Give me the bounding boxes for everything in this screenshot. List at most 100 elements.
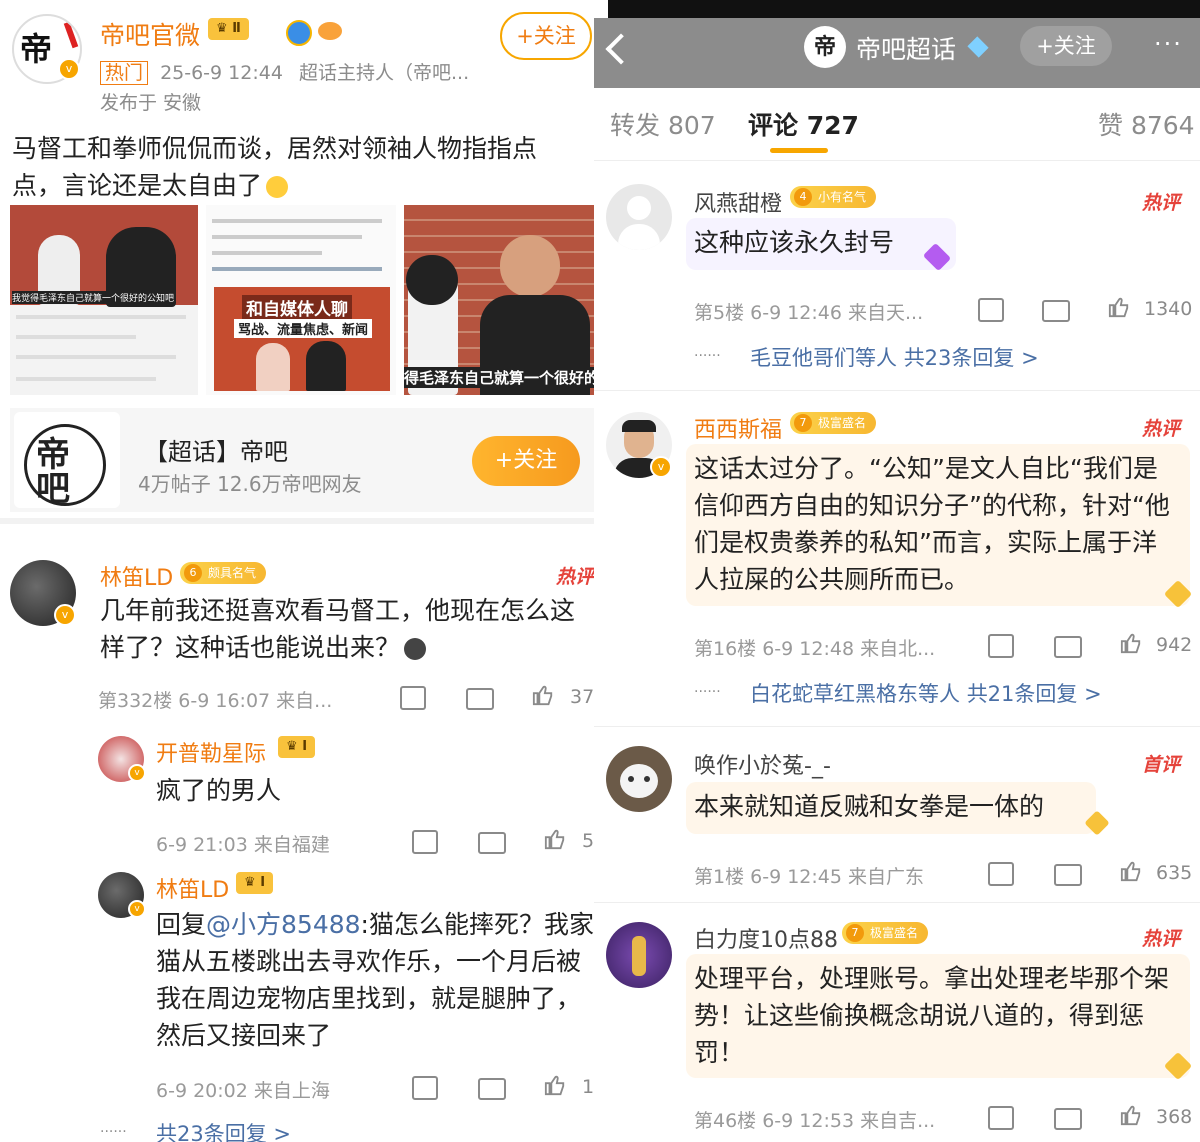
replier-name[interactable]: 林笛LD [156, 872, 229, 904]
replier-name[interactable]: 开普勒星际 [156, 736, 266, 768]
share-icon[interactable] [988, 862, 1014, 886]
commenter-name[interactable]: 风燕甜橙 [694, 186, 782, 218]
logo-icon: 帝 [20, 30, 53, 68]
tab-comments[interactable]: 评论 727 [748, 106, 859, 142]
reply-meta: 6-9 20:02 来自上海 [156, 1080, 330, 1102]
comment-meta: 第5楼 6-9 12:46 来自天... [694, 302, 924, 324]
commenter-avatar[interactable] [606, 922, 672, 988]
share-icon[interactable] [988, 1106, 1014, 1130]
reply-meta: 6-9 21:03 来自福建 [156, 834, 330, 856]
commenter-name[interactable]: 林笛LD [100, 560, 173, 592]
more-replies-link[interactable]: 共23条回复 > [156, 1118, 291, 1142]
post-image-3[interactable]: 得毛泽东自己就算一个很好的 [404, 205, 594, 395]
reply-summary-link[interactable]: 白花蛇草红黑格东等人 共21条回复 > [750, 678, 1102, 708]
tab-reposts[interactable]: 转发 807 [610, 106, 716, 142]
emoji-icon [404, 638, 427, 660]
comment-text: 处理平台，处理账号。拿出处理老毕那个架势！让这些偷换概念胡说八道的，得到惩罚！ [694, 964, 1170, 1067]
reply-icon[interactable] [478, 832, 506, 854]
gold-medal-icon [286, 20, 312, 46]
comment-text: 几年前我还挺喜欢看马督工，他现在怎么这样了？这种话也能说出来？ [100, 596, 576, 662]
share-icon[interactable] [412, 830, 438, 854]
comment-meta: 第332楼 6-9 16:07 来自... [98, 690, 333, 712]
mention-link[interactable]: @小方85488 [206, 910, 361, 939]
post-time: 25-6-9 12:44 [160, 62, 283, 84]
comment-meta: 第46楼 6-9 12:53 来自吉... [694, 1110, 936, 1132]
back-arrow-icon[interactable] [605, 33, 637, 65]
diamond-icon [967, 36, 989, 58]
reply-icon[interactable] [478, 1078, 506, 1100]
commenter-name[interactable]: 白力度10点88 [694, 922, 838, 954]
default-user-icon [627, 196, 651, 220]
like-icon[interactable] [1120, 860, 1142, 882]
post-image-1[interactable]: 我觉得毛泽东自己就算一个很好的公知吧 [10, 205, 198, 395]
crown-level-badge: ♛ Ⅱ [208, 18, 249, 40]
like-count: 37 [570, 686, 594, 708]
comment-text: 这种应该永久封号 [694, 228, 895, 257]
hot-comment-tag: 热评 [1142, 928, 1181, 950]
commenter-name[interactable]: 唤作小於菟-_- [694, 748, 831, 780]
share-icon[interactable] [412, 1076, 438, 1100]
share-icon[interactable] [400, 686, 426, 710]
like-count: 1340 [1144, 298, 1193, 320]
verified-icon: v [128, 764, 146, 782]
verified-icon: v [54, 604, 76, 626]
comment-text: 这话太过分了。“公知”是文人自比“我们是信仰西方自由的知识分子”的代称，针对“他… [694, 454, 1170, 594]
reply-icon[interactable] [466, 688, 494, 710]
supertopic-card[interactable]: 帝吧 【超话】帝吧 4万帖子 12.6万帝吧网友 +关注 [10, 408, 594, 512]
like-icon[interactable] [544, 828, 566, 850]
comment-meta: 第16楼 6-9 12:48 来自北... [694, 638, 936, 660]
supertopic-name: 【超话】帝吧 [144, 438, 288, 466]
hot-comment-tag: 热评 [1142, 418, 1181, 440]
like-icon[interactable] [1120, 632, 1142, 654]
left-screenshot-panel: 帝 v 帝吧官微 ♛ Ⅱ 热门 25-6-9 12:44 超话主持人（帝吧...… [0, 0, 594, 1142]
image-caption: 得毛泽东自己就算一个很好的 [404, 367, 594, 388]
like-icon[interactable] [544, 1074, 566, 1096]
reply-icon[interactable] [1054, 864, 1082, 886]
post-image-2[interactable]: 和自媒体人聊 骂战、流量焦虑、新闻 [206, 205, 396, 395]
supertopic-stats: 4万帖子 12.6万帝吧网友 [138, 472, 362, 496]
hot-comment-tag: 热评 [556, 566, 594, 588]
like-icon[interactable] [1120, 1104, 1142, 1126]
commenter-avatar[interactable] [606, 184, 672, 250]
tab-active-indicator [770, 148, 828, 153]
fish-icon [318, 22, 342, 40]
supertopic-follow-button[interactable]: +关注 [472, 436, 580, 486]
fan-level-badge: 6 颇具名气 [180, 562, 267, 584]
image-caption: 我觉得毛泽东自己就算一个很好的公知吧 [12, 291, 175, 304]
verified-icon: v [58, 58, 80, 80]
like-count: 1 [582, 1076, 594, 1098]
commenter-avatar[interactable] [606, 746, 672, 812]
like-icon[interactable] [532, 684, 554, 706]
share-icon[interactable] [988, 634, 1014, 658]
post-location: 发布于 安徽 [100, 92, 202, 114]
reply-summary-link[interactable]: 毛豆他哥们等人 共23条回复 > [750, 342, 1039, 372]
comment-text: 本来就知道反贼和女拳是一体的 [694, 792, 1045, 821]
hot-tag: 热门 [100, 61, 149, 85]
fan-level-badge: 7 极富盛名 [790, 412, 877, 434]
crown-level-badge: ♛ Ⅰ [236, 872, 274, 894]
post-author-name[interactable]: 帝吧官微 [100, 16, 200, 52]
reply-text: 疯了的男人 [156, 776, 282, 805]
follow-button[interactable]: +关注 [500, 12, 592, 60]
commenter-name[interactable]: 西西斯福 [694, 412, 782, 444]
comment-meta: 第1楼 6-9 12:45 来自广东 [694, 866, 924, 888]
like-count: 942 [1156, 634, 1193, 656]
right-screenshot-panel: 帝 帝吧超话 +关注 ··· 转发 807 评论 727 赞 8764 风燕甜橙… [594, 0, 1200, 1142]
reply-icon[interactable] [1054, 1108, 1082, 1130]
more-icon[interactable]: ··· [1154, 30, 1183, 58]
like-count: 635 [1156, 862, 1193, 884]
header-follow-button[interactable]: +关注 [1020, 26, 1112, 66]
verified-icon: v [128, 900, 146, 918]
reply-icon[interactable] [1042, 300, 1070, 322]
hot-comment-tag: 热评 [1142, 192, 1181, 214]
image-subtitle: 骂战、流量焦虑、新闻 [234, 319, 373, 338]
reply-icon[interactable] [1054, 636, 1082, 658]
like-count: 5 [582, 830, 594, 852]
post-role: 超话主持人（帝吧... [298, 62, 470, 84]
like-icon[interactable] [1108, 296, 1130, 318]
reply-text: 回复@小方85488:猫怎么能摔死？我家猫从五楼跳出去寻欢作乐，一个月后被我在周… [156, 910, 594, 1050]
share-icon[interactable] [978, 298, 1004, 322]
header-title: 帝吧超话 [856, 35, 957, 64]
supertopic-avatar[interactable]: 帝 [804, 26, 846, 68]
tab-likes[interactable]: 赞 8764 [1098, 106, 1195, 142]
